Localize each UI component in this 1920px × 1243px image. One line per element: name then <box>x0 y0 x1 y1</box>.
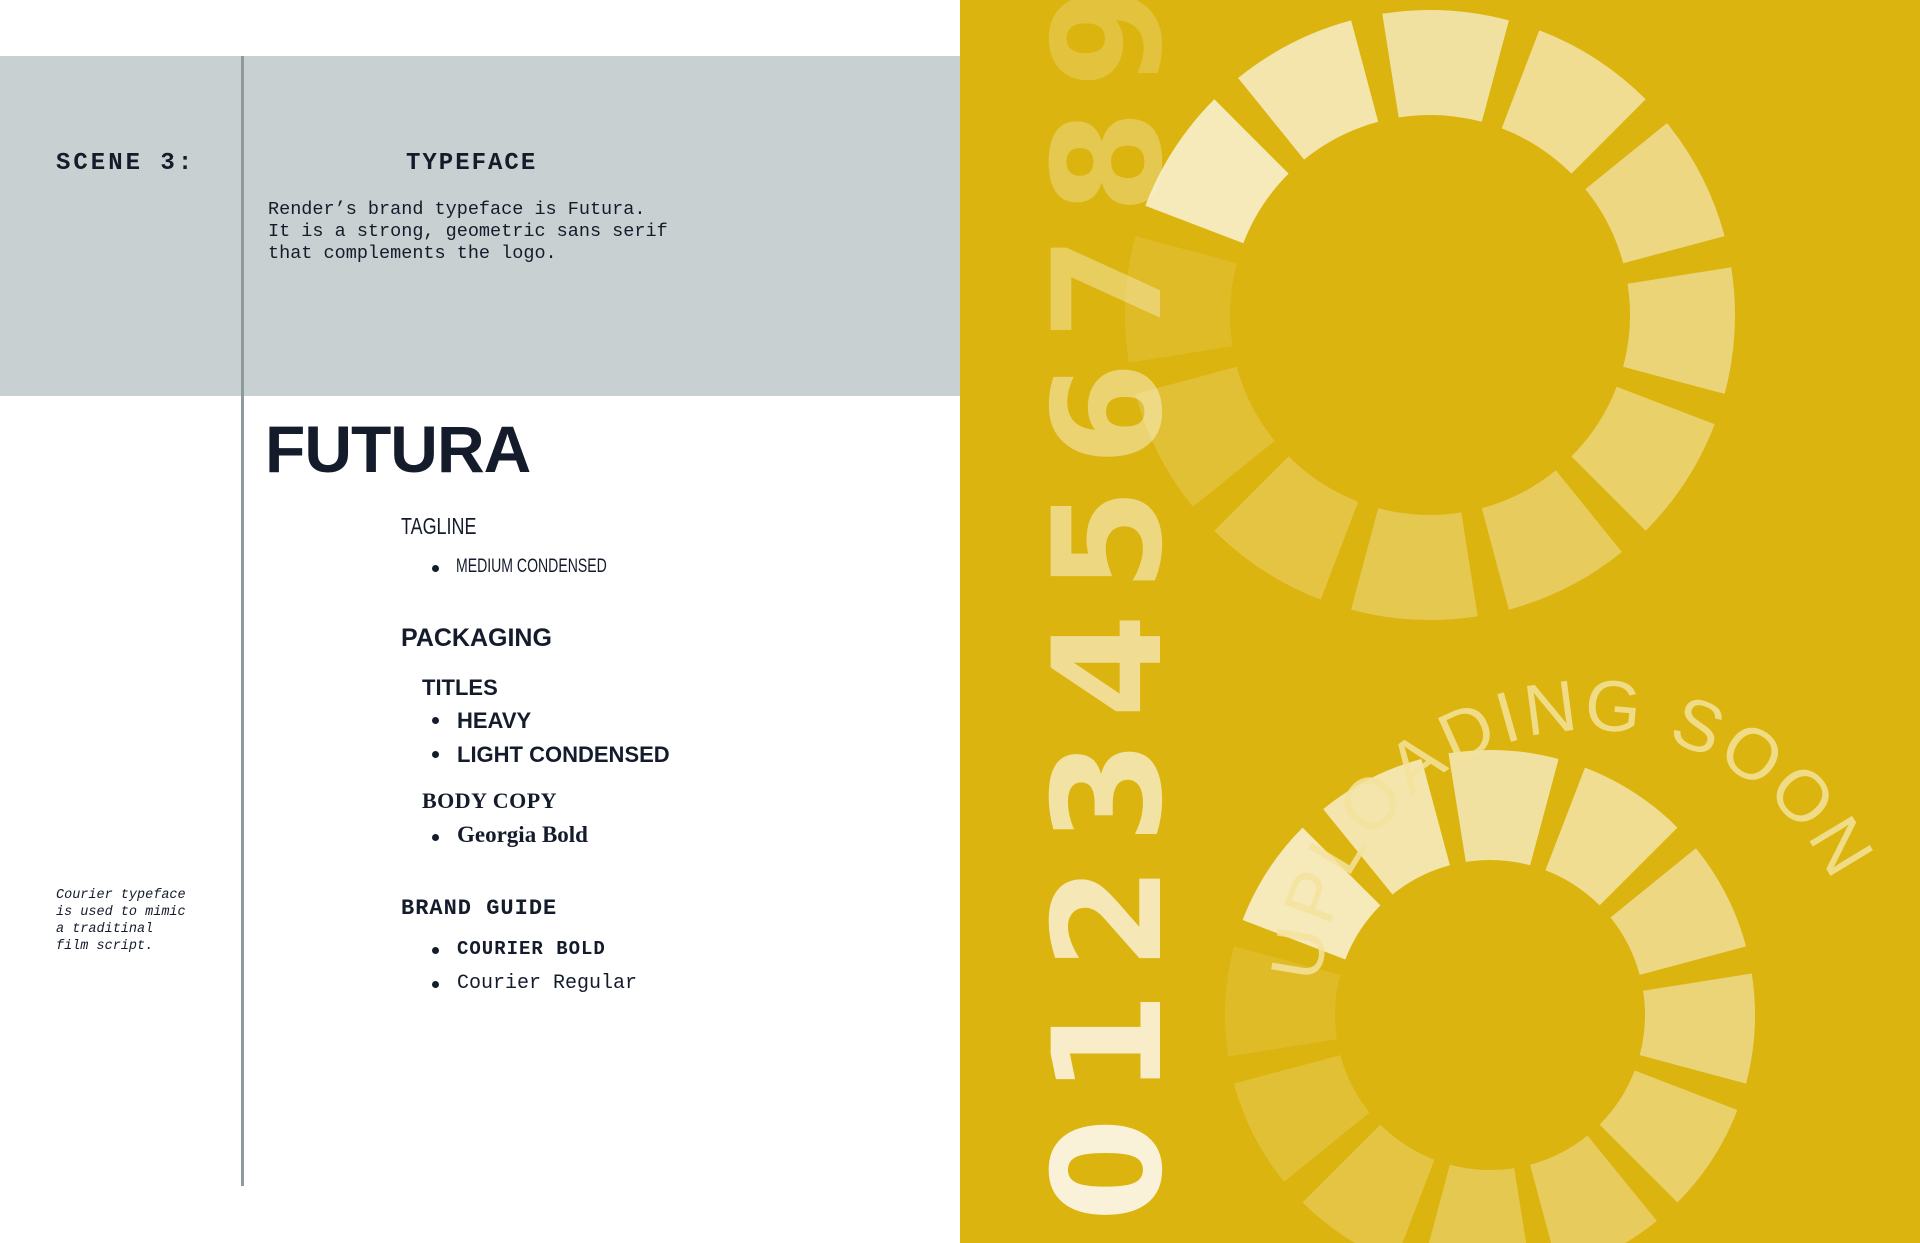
artwork-page: UPLOADING SOON 0123456789 <box>960 0 1920 1243</box>
artwork-canvas: UPLOADING SOON 0123456789 <box>1022 0 1886 1243</box>
intro-line: It is a strong, geometric sans serif <box>268 221 668 242</box>
typeface-name: FUTURA <box>265 412 531 486</box>
intro-line: Render’s brand typeface is Futura. <box>268 199 646 220</box>
film-reel-small <box>1225 750 1755 1243</box>
bullet-icon <box>432 751 439 758</box>
body-copy-item: Georgia Bold <box>457 822 588 847</box>
intro-paragraph: Render’s brand typeface is Futura. It is… <box>268 199 788 265</box>
digit-glyph: 2 <box>1022 866 1196 970</box>
brand-guide-item: COURIER BOLD <box>457 938 606 960</box>
reel-segment <box>1481 470 1622 610</box>
digit-glyph: 7 <box>1022 236 1196 340</box>
film-reel-large <box>1125 10 1735 620</box>
bullet-icon <box>432 717 439 724</box>
brand-guide-heading: BRAND GUIDE <box>401 896 558 921</box>
titles-item: HEAVY <box>457 708 532 733</box>
titles-item: LIGHT CONDENSED <box>457 742 670 767</box>
digit-glyph: 6 <box>1022 362 1196 466</box>
body-copy-heading: BODY COPY <box>422 788 558 813</box>
reel-segment <box>1238 20 1379 160</box>
left-page: SCENE 3: TYPEFACE Render’s brand typefac… <box>0 0 960 1243</box>
brand-guide-item: Courier Regular <box>457 972 638 995</box>
bullet-icon <box>432 565 439 572</box>
intro-line: that complements the logo. <box>268 243 557 264</box>
digit-glyph: 1 <box>1022 992 1196 1096</box>
tagline-heading: TAGLINE <box>401 513 477 539</box>
reel-segment <box>1351 508 1478 620</box>
reel-segment <box>1382 10 1509 122</box>
bullet-icon <box>432 981 439 988</box>
tagline-item: MEDIUM CONDENSED <box>456 556 607 577</box>
packaging-heading: PACKAGING <box>401 624 552 652</box>
reel-segment <box>1585 123 1725 264</box>
side-note-line: film script. <box>56 939 154 954</box>
reel-segment <box>1623 267 1735 394</box>
reel-segment <box>1214 456 1359 600</box>
side-note-line: a traditinal <box>56 922 154 937</box>
digit-glyph: 0 <box>1022 1118 1196 1222</box>
digit-glyph: 3 <box>1022 740 1196 844</box>
titles-heading: TITLES <box>422 675 498 700</box>
reel-segment <box>1428 1164 1527 1243</box>
bullet-icon <box>432 947 439 954</box>
digit-glyph: 9 <box>1022 0 1196 88</box>
scene-label: SCENE 3: <box>56 150 196 177</box>
section-title: TYPEFACE <box>406 150 538 177</box>
side-note: Courier typeface is used to mimic a trad… <box>56 887 216 955</box>
reel-segment <box>1639 973 1755 1084</box>
side-note-line: is used to mimic <box>56 905 186 920</box>
reel-segment <box>1571 386 1715 531</box>
bullet-icon <box>432 834 439 841</box>
reel-segment <box>1501 30 1646 174</box>
vertical-divider <box>241 56 244 1186</box>
digit-glyph: 4 <box>1022 614 1196 718</box>
digit-glyph: 5 <box>1022 488 1196 592</box>
digit-glyph: 8 <box>1022 110 1196 214</box>
side-note-line: Courier typeface <box>56 888 186 903</box>
digit-column: 0 1 2 3 4 5 6 7 8 9 <box>1022 0 1196 1222</box>
